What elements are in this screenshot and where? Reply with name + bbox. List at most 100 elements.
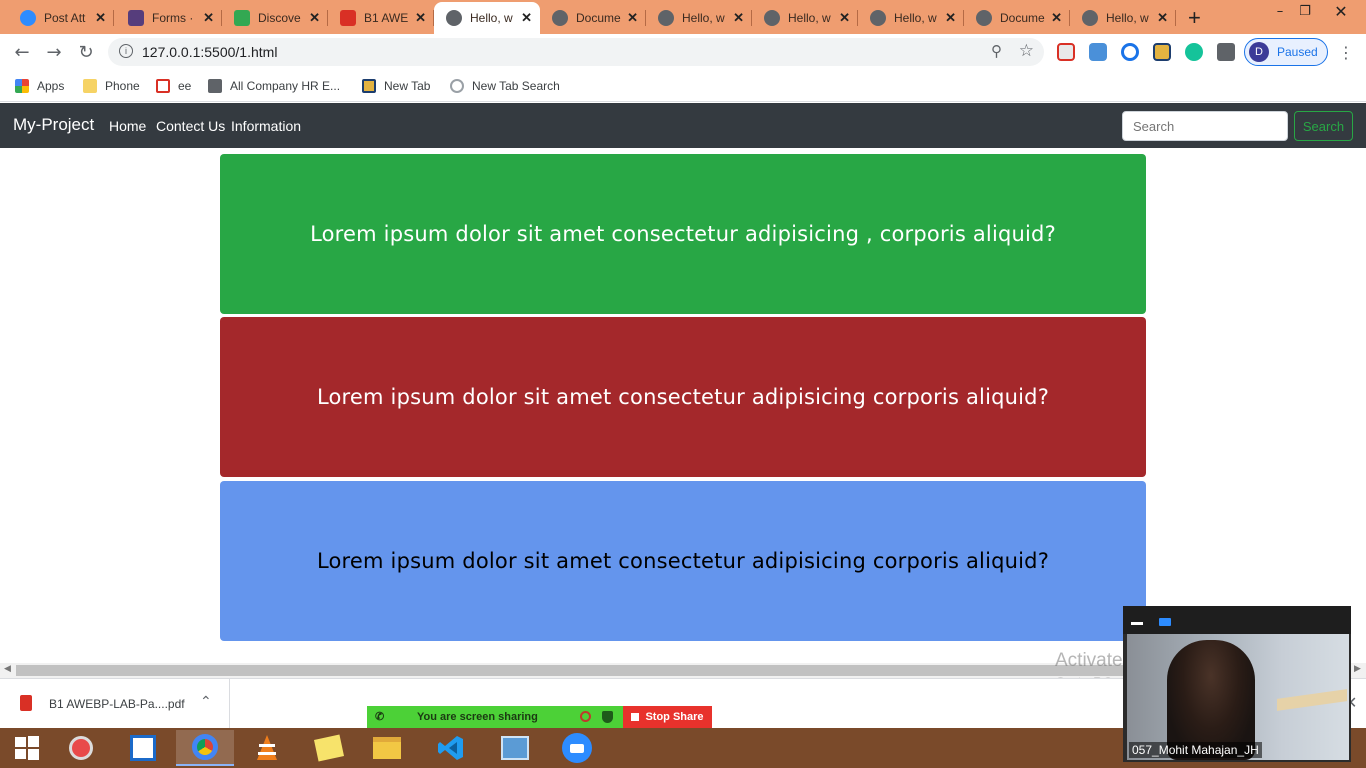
bookmark-item[interactable]: All Company HR E... [208,77,340,95]
tab-title: Post Att [44,11,86,25]
pdf-file-icon [20,695,32,711]
participant-name: 057_Mohit Mahajan_JH [1129,742,1262,758]
browser-tab[interactable]: Hello, w ✕ [858,2,964,34]
control-panel-icon[interactable] [488,730,542,766]
zoom-app-icon[interactable] [550,730,604,766]
chevron-up-icon[interactable]: ⌃ [200,693,212,710]
video-view-icon[interactable] [1159,618,1171,626]
brand-link[interactable]: My-Project [13,115,94,135]
card-text: Lorem ipsum dolor sit amet consectetur a… [310,222,1056,246]
browser-tab[interactable]: Discove ✕ [222,2,328,34]
close-tab-icon[interactable]: ✕ [1157,10,1168,26]
windows-start-icon[interactable] [0,730,54,766]
screen-share-bar: ✆ You are screen sharing Stop Share [367,706,712,728]
minimize-video-icon[interactable] [1131,622,1143,625]
globe-icon [446,10,462,26]
card-blue: Lorem ipsum dolor sit amet consectetur a… [220,481,1146,641]
doc-icon [208,79,222,93]
globe-icon [658,10,674,26]
close-tab-icon[interactable]: ✕ [95,10,106,26]
browser-tab[interactable]: B1 AWE ✕ [328,2,434,34]
browser-tab[interactable]: Hello, w ✕ [434,2,540,34]
app-window-icon[interactable] [116,730,170,766]
close-tab-icon[interactable]: ✕ [945,10,956,26]
zoom-icon[interactable]: ⚲ [991,42,1002,60]
tab-title: Docume [1000,11,1045,25]
download-item[interactable]: B1 AWEBP-LAB-Pa....pdf ⌃ [0,679,230,729]
search-button[interactable]: Search [1294,111,1353,141]
file-explorer-icon[interactable] [360,730,414,766]
browser-tab[interactable]: Hello, w ✕ [1070,2,1176,34]
card-text: Lorem ipsum dolor sit amet consectetur a… [316,549,1050,573]
bookmark-item[interactable]: ee [156,77,191,95]
globe-icon [870,10,886,26]
grammarly-icon[interactable] [1185,43,1203,61]
forward-icon[interactable]: → [44,42,64,63]
browser-tab[interactable]: Forms · ✕ [116,2,222,34]
new-tab-button[interactable]: + [1188,5,1201,31]
bookmark-item[interactable]: Phone [83,77,140,95]
close-tab-icon[interactable]: ✕ [733,10,744,26]
bookmark-label: New Tab Search [472,79,560,93]
avatar: D [1249,42,1269,62]
extension-box-icon[interactable] [1153,43,1171,61]
pixel-icon [234,10,250,26]
profile-status: Paused [1277,45,1318,59]
nav-contact-link[interactable]: Contect Us [156,118,225,134]
tab-title: Discove [258,11,301,25]
page-navbar: My-Project Home Contect Us Information S… [0,103,1366,148]
zoom-video-panel[interactable]: 057_Mohit Mahajan_JH [1123,606,1351,762]
browser-tab[interactable]: Docume ✕ [540,2,646,34]
close-tab-icon[interactable]: ✕ [309,10,320,26]
phone-icon: ✆ [375,711,385,723]
sticky-notes-icon[interactable] [302,730,356,766]
back-icon[interactable]: ← [12,42,32,63]
close-tab-icon[interactable]: ✕ [203,10,214,26]
browser-tab[interactable]: Hello, w ✕ [646,2,752,34]
menu-kebab-icon[interactable]: ⋮ [1336,42,1356,62]
extension-sync-icon[interactable] [1121,43,1139,61]
close-tab-icon[interactable]: ✕ [627,10,638,26]
card-red: Lorem ipsum dolor sit amet consectetur a… [220,317,1146,477]
url-text: 127.0.0.1:5500/1.html [142,44,278,60]
puzzle-icon[interactable] [1217,43,1235,61]
bookmark-label: New Tab [384,79,431,93]
close-tab-icon[interactable]: ✕ [1051,10,1062,26]
card-green: Lorem ipsum dolor sit amet consectetur a… [220,154,1146,314]
close-tab-icon[interactable]: ✕ [521,10,532,26]
extension-home-icon[interactable] [1089,43,1107,61]
share-status[interactable]: ✆ You are screen sharing [367,706,623,728]
reload-icon[interactable]: ↻ [76,42,96,63]
share-status-text: You are screen sharing [417,711,538,723]
extension-red-icon[interactable] [1057,43,1075,61]
close-tab-icon[interactable]: ✕ [415,10,426,26]
search-input[interactable] [1122,111,1288,141]
bookmark-item[interactable]: Apps [15,77,64,95]
bookmark-item[interactable]: New Tab [362,77,430,95]
star-icon[interactable]: ☆ [1019,41,1034,61]
record-icon [580,711,591,722]
nav-home-link[interactable]: Home [109,118,146,134]
snipping-tool-icon[interactable] [54,730,108,766]
scroll-right-icon[interactable]: ▶ [1354,664,1361,674]
nav-information-link[interactable]: Information [231,118,301,134]
profile-button[interactable]: D Paused [1244,38,1328,66]
scroll-left-icon[interactable]: ◀ [4,664,11,674]
stop-share-label: Stop Share [645,711,704,723]
browser-tab[interactable]: Docume ✕ [964,2,1070,34]
browser-tab[interactable]: Post Att ✕ [8,2,114,34]
chrome-icon[interactable] [176,730,234,766]
bookmark-item[interactable]: New Tab Search [450,77,560,95]
close-tab-icon[interactable]: ✕ [839,10,850,26]
tab-title: B1 AWE [364,11,409,25]
browser-tab[interactable]: Hello, w ✕ [752,2,858,34]
stop-icon [631,713,640,721]
tab-title: Hello, w [682,11,725,25]
bootstrap-icon [128,10,144,26]
info-icon[interactable]: i [119,44,133,58]
vscode-icon[interactable] [424,730,478,766]
close-window-button[interactable]: ✕ [1318,0,1364,22]
address-bar[interactable]: i 127.0.0.1:5500/1.html ⚲ ☆ [108,38,1044,66]
vlc-icon[interactable] [240,730,294,766]
stop-share-button[interactable]: Stop Share [623,706,712,728]
